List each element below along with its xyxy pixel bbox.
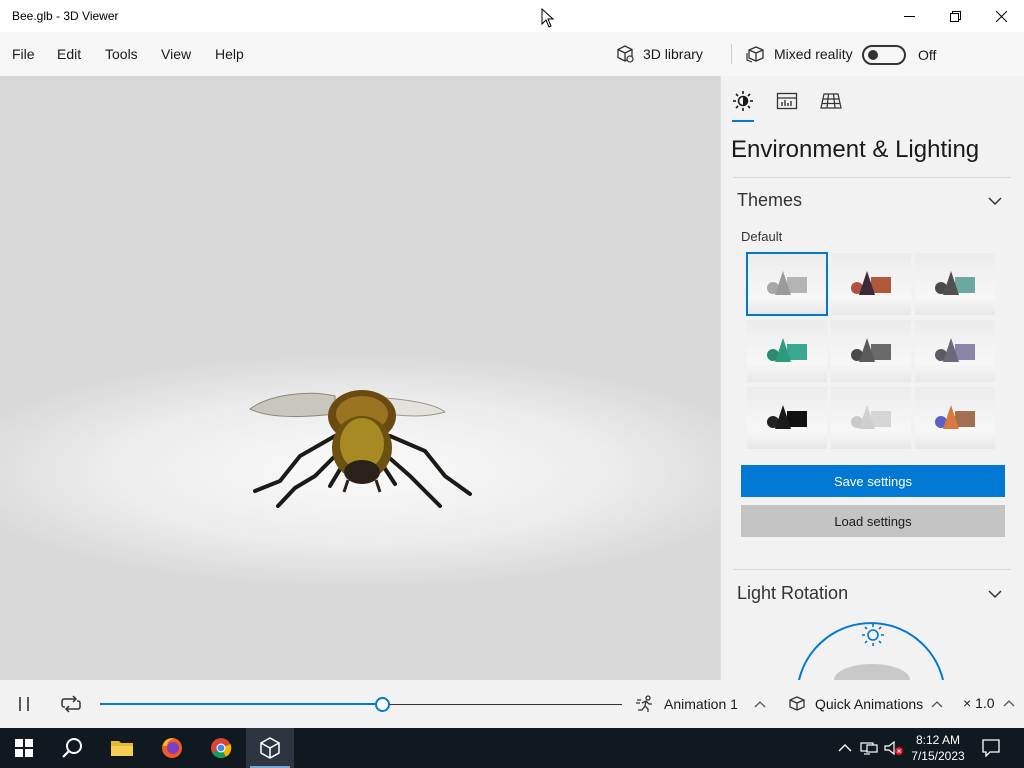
environment-panel: Environment & Lighting Themes Default Sa… (720, 76, 1024, 680)
chrome-button[interactable] (197, 728, 245, 768)
speed-label: × 1.0 (963, 695, 995, 711)
theme-swatch-teal-grey[interactable] (915, 253, 995, 315)
theme-swatch-graphite[interactable] (831, 320, 911, 382)
toggle-knob (868, 50, 878, 60)
chevron-up-icon (931, 701, 943, 708)
theme-swatch-default[interactable] (746, 252, 828, 316)
windows-start-icon (15, 739, 33, 757)
sun-icon[interactable] (732, 90, 754, 112)
taskbar: 8:12 AM 7/15/2023 (0, 728, 1024, 768)
active-tab-indicator (732, 120, 754, 122)
chevron-up-icon (1003, 700, 1014, 707)
chevron-down-icon[interactable] (987, 589, 1003, 599)
search-button[interactable] (48, 728, 96, 768)
firefox-button[interactable] (148, 728, 196, 768)
quick-animations-label: Quick Animations (815, 696, 924, 712)
animation-name: Animation 1 (664, 696, 738, 712)
theme-swatch-ghost[interactable] (831, 387, 911, 449)
firefox-icon (162, 738, 182, 758)
bee-model[interactable] (240, 376, 480, 516)
close-icon (995, 10, 1007, 22)
chevron-up-icon (754, 701, 766, 708)
3d-library-icon (617, 45, 634, 63)
chevron-down-icon[interactable] (987, 196, 1003, 206)
menu-edit[interactable]: Edit (57, 46, 81, 62)
menu-view[interactable]: View (161, 46, 191, 62)
3d-viewer-icon (260, 737, 280, 759)
minimize-button[interactable] (886, 0, 932, 32)
quick-animations-icon (789, 696, 805, 711)
system-tray (838, 728, 904, 768)
theme-swatch-lavender[interactable] (915, 320, 995, 382)
theme-swatch-emerald[interactable] (747, 320, 827, 382)
3d-library-button[interactable]: 3D library (615, 44, 703, 64)
close-button[interactable] (978, 0, 1024, 32)
menu-help[interactable]: Help (215, 46, 244, 62)
quick-animations-select[interactable]: Quick Animations (787, 695, 943, 713)
restore-icon (949, 10, 961, 22)
mouse-cursor-icon (541, 8, 555, 28)
timeline-thumb[interactable] (374, 697, 390, 712)
light-sun-icon (862, 624, 884, 646)
3d-viewer-button[interactable] (246, 728, 294, 768)
chrome-icon (211, 738, 232, 759)
chevron-up-icon[interactable] (838, 743, 852, 753)
divider (733, 177, 1011, 178)
timeline-progress (100, 703, 383, 705)
selected-theme-label: Default (741, 229, 783, 244)
menu-separator (731, 44, 732, 64)
pause-icon[interactable] (17, 696, 31, 712)
minimize-icon (903, 15, 915, 17)
restore-button[interactable] (932, 0, 978, 32)
network-icon[interactable] (860, 740, 878, 756)
clock-date: 7/15/2023 (911, 749, 965, 763)
volume-muted-icon[interactable] (884, 740, 904, 756)
notification-icon[interactable] (982, 739, 1000, 757)
animation-bar: Animation 1 Quick Animations × 1.0 (0, 680, 1024, 728)
animation-timeline[interactable] (100, 703, 622, 705)
save-settings-button[interactable]: Save settings (741, 465, 1005, 497)
mixed-reality-icon (746, 46, 764, 63)
search-icon (62, 738, 82, 758)
theme-swatch-copper[interactable] (831, 253, 911, 315)
mixed-reality-label: Mixed reality (774, 46, 853, 62)
start-button[interactable] (0, 728, 48, 768)
theme-swatch-noir[interactable] (747, 387, 827, 449)
3d-library-label: 3D library (643, 46, 703, 62)
title-bar: Bee.glb - 3D Viewer (0, 0, 1024, 32)
menu-tools[interactable]: Tools (105, 46, 138, 62)
speed-select[interactable]: × 1.0 (963, 695, 1015, 711)
light-rotation-dial[interactable] (791, 616, 951, 680)
mixed-reality-toggle[interactable] (862, 45, 906, 65)
grid-icon[interactable] (820, 90, 842, 112)
loop-icon[interactable] (61, 695, 81, 713)
themes-section-title[interactable]: Themes (737, 190, 802, 211)
divider (733, 569, 1011, 570)
file-explorer-button[interactable] (98, 728, 146, 768)
mixed-reality-button[interactable]: Mixed reality (746, 44, 853, 64)
theme-swatch-sunset[interactable] (915, 387, 995, 449)
running-figure-icon (636, 695, 652, 712)
window-title: Bee.glb - 3D Viewer (12, 9, 119, 23)
toggle-state-label: Off (918, 47, 937, 63)
animation-select[interactable]: Animation 1 (636, 695, 766, 713)
file-explorer-icon (111, 741, 133, 756)
clock-time: 8:12 AM (915, 733, 961, 747)
panel-title: Environment & Lighting (731, 136, 980, 163)
menu-file[interactable]: File (12, 46, 35, 62)
taskbar-clock[interactable]: 8:12 AM 7/15/2023 (905, 732, 971, 764)
light-rotation-title[interactable]: Light Rotation (737, 583, 848, 604)
load-settings-button[interactable]: Load settings (741, 505, 1005, 537)
stats-icon[interactable] (776, 90, 798, 112)
3d-viewport[interactable] (0, 76, 720, 680)
